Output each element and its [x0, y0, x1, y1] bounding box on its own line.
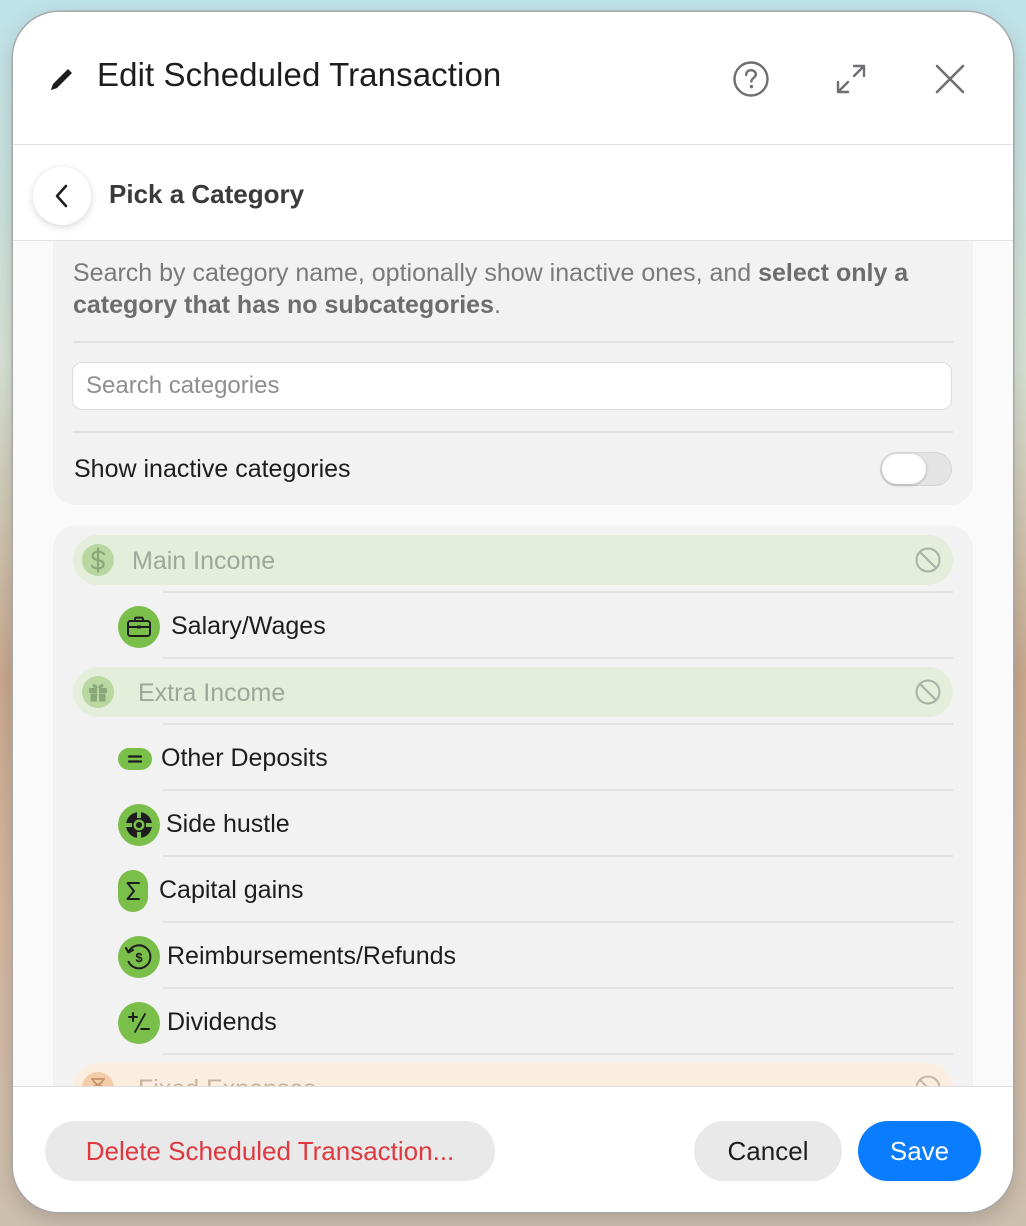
save-button[interactable]: Save — [858, 1121, 981, 1181]
category-item-capital-gains[interactable]: Capital gains — [113, 858, 953, 924]
group-label: Fixed Expenses — [138, 1075, 316, 1086]
category-group-extra-income[interactable]: Extra Income — [73, 667, 953, 717]
category-list: Main Income Salary/Wages Extra Income Ot… — [53, 526, 973, 1086]
equals-icon — [118, 748, 152, 770]
refund-dollar-icon: $ — [118, 936, 160, 978]
cancel-button[interactable]: Cancel — [694, 1121, 842, 1181]
category-item-side-hustle[interactable]: Side hustle — [113, 792, 953, 858]
category-picker-header: Pick a Category — [13, 146, 1013, 241]
sigma-icon — [118, 870, 148, 912]
expand-button[interactable] — [829, 57, 873, 101]
category-item-reimbursements-refunds[interactable]: $ Reimbursements/Refunds — [113, 924, 953, 990]
row-separator — [163, 591, 953, 593]
dialog-header: Edit Scheduled Transaction — [13, 12, 1013, 145]
row-separator — [163, 1053, 953, 1055]
delete-scheduled-transaction-button[interactable]: Delete Scheduled Transaction... — [45, 1121, 495, 1181]
help-button[interactable] — [729, 57, 773, 101]
category-item-other-deposits[interactable]: Other Deposits — [113, 726, 953, 792]
instruction-text: Search by category name, optionally show… — [73, 259, 909, 319]
row-separator — [163, 921, 953, 923]
plus-minus-icon — [118, 1002, 160, 1044]
row-separator — [163, 657, 953, 659]
search-categories-input[interactable] — [72, 362, 952, 410]
show-inactive-label: Show inactive categories — [74, 455, 351, 483]
row-separator — [163, 855, 953, 857]
search-options-card: Search by category name, optionally show… — [53, 241, 973, 505]
help-icon — [733, 61, 769, 97]
category-label: Side hustle — [166, 810, 290, 838]
pencil-icon — [51, 69, 72, 90]
category-label: Capital gains — [159, 876, 304, 904]
category-label: Other Deposits — [161, 744, 328, 772]
category-picker-content[interactable]: Search by category name, optionally show… — [13, 241, 1013, 1086]
picker-title: Pick a Category — [109, 179, 305, 209]
row-separator — [163, 723, 953, 725]
category-item-dividends[interactable]: Dividends — [113, 990, 953, 1056]
back-button[interactable] — [33, 167, 91, 225]
briefcase-icon — [118, 606, 160, 648]
divider — [73, 341, 953, 343]
gift-icon — [82, 676, 114, 708]
divider — [73, 431, 953, 433]
hourglass-icon — [82, 1072, 114, 1086]
dialog-footer: Delete Scheduled Transaction... Cancel S… — [13, 1086, 1013, 1212]
category-item-salary-wages[interactable]: Salary/Wages — [113, 594, 953, 660]
prohibited-icon — [915, 1075, 941, 1086]
category-label: Dividends — [167, 1008, 277, 1036]
close-icon — [935, 64, 965, 94]
dialog-title: Edit Scheduled Transaction — [97, 56, 502, 93]
category-label: Salary/Wages — [171, 612, 326, 640]
group-label: Extra Income — [138, 679, 286, 707]
dollar-icon — [82, 544, 114, 576]
prohibited-icon — [915, 547, 941, 573]
show-inactive-toggle[interactable] — [880, 452, 952, 486]
group-label: Main Income — [132, 547, 276, 575]
category-group-main-income[interactable]: Main Income — [73, 535, 953, 585]
lifebuoy-icon — [118, 804, 160, 846]
row-separator — [163, 987, 953, 989]
prohibited-icon — [915, 679, 941, 705]
chevron-left-icon — [55, 184, 68, 208]
category-label: Reimbursements/Refunds — [167, 942, 457, 970]
close-button[interactable] — [928, 57, 972, 101]
row-separator — [163, 789, 953, 791]
category-group-fixed-expenses[interactable]: Fixed Expenses — [73, 1063, 953, 1086]
expand-icon — [836, 64, 866, 94]
edit-scheduled-transaction-dialog: Edit Scheduled Transaction Pick a Catego… — [13, 12, 1013, 1212]
svg-text:$: $ — [135, 950, 143, 965]
toggle-knob — [882, 454, 926, 484]
